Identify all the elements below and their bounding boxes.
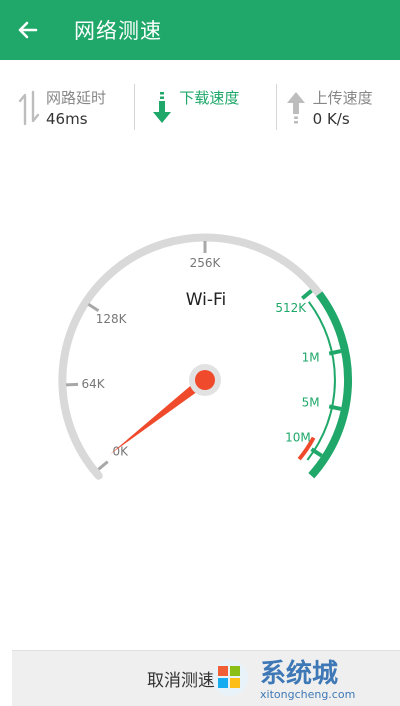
gauge-inner-green-line [306, 301, 336, 461]
gauge-tick [310, 447, 323, 458]
gauge-tick-label: 10M [285, 431, 311, 445]
back-button[interactable] [0, 0, 56, 60]
network-type-label: Wi-Fi [186, 290, 227, 310]
top-app-bar: 网络测速 [0, 0, 400, 60]
stat-divider [276, 84, 277, 130]
gauge-tick-label: 1M [302, 351, 320, 365]
gauge-tick [328, 404, 342, 411]
gauge-tick [301, 289, 313, 300]
gauge-arc-green [308, 291, 352, 479]
gauge-tick [66, 382, 79, 387]
latency-value: 46ms [46, 110, 88, 128]
gauge-tick-label: 256K [190, 256, 222, 270]
speed-stats-bar: 网路延时 46ms 下载速度 上传速度 0 K/s [0, 60, 400, 155]
download-stat: 下载速度 [133, 60, 266, 155]
speed-gauge: 0K 64K 128K 256K 512K 1M 5M 10M Wi-Fi [0, 200, 400, 520]
page-title: 网络测速 [74, 19, 162, 43]
gauge-tick-label: 0K [113, 444, 130, 458]
gauge-tick [87, 303, 100, 313]
arrow-left-icon [18, 21, 38, 39]
gauge-tick-label: 512K [275, 301, 307, 315]
upload-arrow-icon [286, 92, 305, 124]
download-label: 下载速度 [179, 89, 240, 107]
upload-label: 上传速度 [312, 89, 373, 107]
gauge-tick-label: 5M [302, 396, 320, 410]
download-arrow-icon [153, 92, 172, 123]
bottom-bar: 取消测速 [12, 650, 400, 706]
speed-gauge-dial: 0K 64K 128K 256K 512K 1M 5M 10M Wi-Fi [58, 233, 352, 480]
gauge-arc-gray [58, 233, 324, 480]
latency-stat: 网路延时 46ms [0, 60, 133, 155]
upload-value: 0 K/s [312, 110, 350, 128]
upload-stat: 上传速度 0 K/s [267, 60, 400, 155]
cancel-test-button[interactable]: 取消测速 [12, 651, 400, 706]
latency-label: 网路延时 [46, 89, 107, 107]
up-down-arrows-icon [18, 90, 40, 126]
gauge-tick-label: 128K [96, 312, 128, 326]
stat-divider [134, 84, 135, 130]
gauge-tick [328, 349, 342, 356]
gauge-tick [97, 460, 109, 471]
gauge-hub [195, 370, 215, 390]
gauge-tick-label: 64K [82, 377, 106, 391]
